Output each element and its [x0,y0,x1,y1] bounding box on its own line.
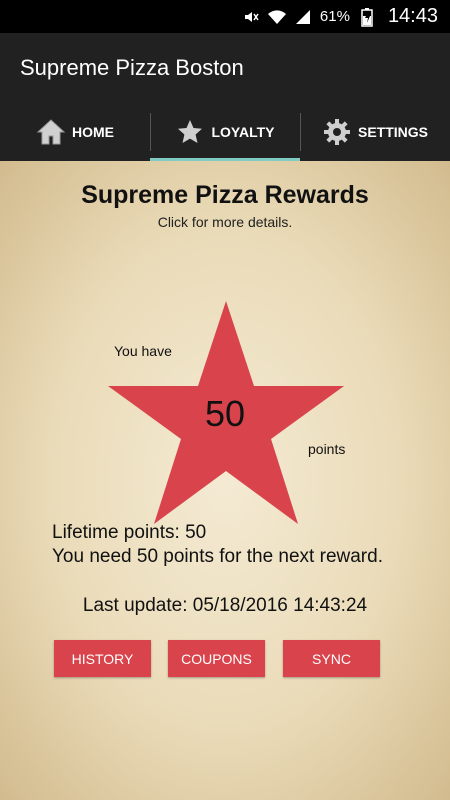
history-button[interactable]: HISTORY [54,640,151,677]
gear-icon [322,117,352,147]
battery-percent: 61% [319,8,350,25]
points-needed: You need 50 points for the next reward. [52,546,383,567]
rewards-details-link[interactable]: Click for more details. [0,214,450,230]
coupons-button[interactable]: COUPONS [168,640,265,677]
last-update: Last update: 05/18/2016 14:43:24 [82,595,368,616]
signal-icon [294,8,312,26]
mute-icon [242,8,260,26]
tab-loyalty[interactable]: LOYALTY [150,103,300,161]
loyalty-content: Supreme Pizza Rewards Click for more det… [0,161,450,800]
app-title: Supreme Pizza Boston [20,55,244,80]
tab-settings-label: SETTINGS [357,124,428,140]
rewards-title[interactable]: Supreme Pizza Rewards [0,181,450,210]
tab-home-label: HOME [72,124,114,140]
battery-charging-icon [358,7,376,27]
wifi-icon [267,8,286,26]
status-bar: 61% 14:43 [0,0,450,33]
tab-settings[interactable]: SETTINGS [300,103,450,161]
lifetime-points: Lifetime points: 50 [52,522,207,543]
app-bar: Supreme Pizza Boston [0,33,450,103]
you-have-label: You have [114,343,172,359]
clock: 14:43 [387,5,438,27]
home-icon [36,117,66,147]
tab-home[interactable]: HOME [0,103,150,161]
tab-loyalty-label: LOYALTY [211,124,275,140]
points-label: points [308,441,346,457]
sync-button[interactable]: SYNC [283,640,380,677]
star-icon [175,117,205,147]
points-value: 50 [204,393,246,434]
tab-bar: HOME LOYALTY SETTINGS [0,103,450,161]
